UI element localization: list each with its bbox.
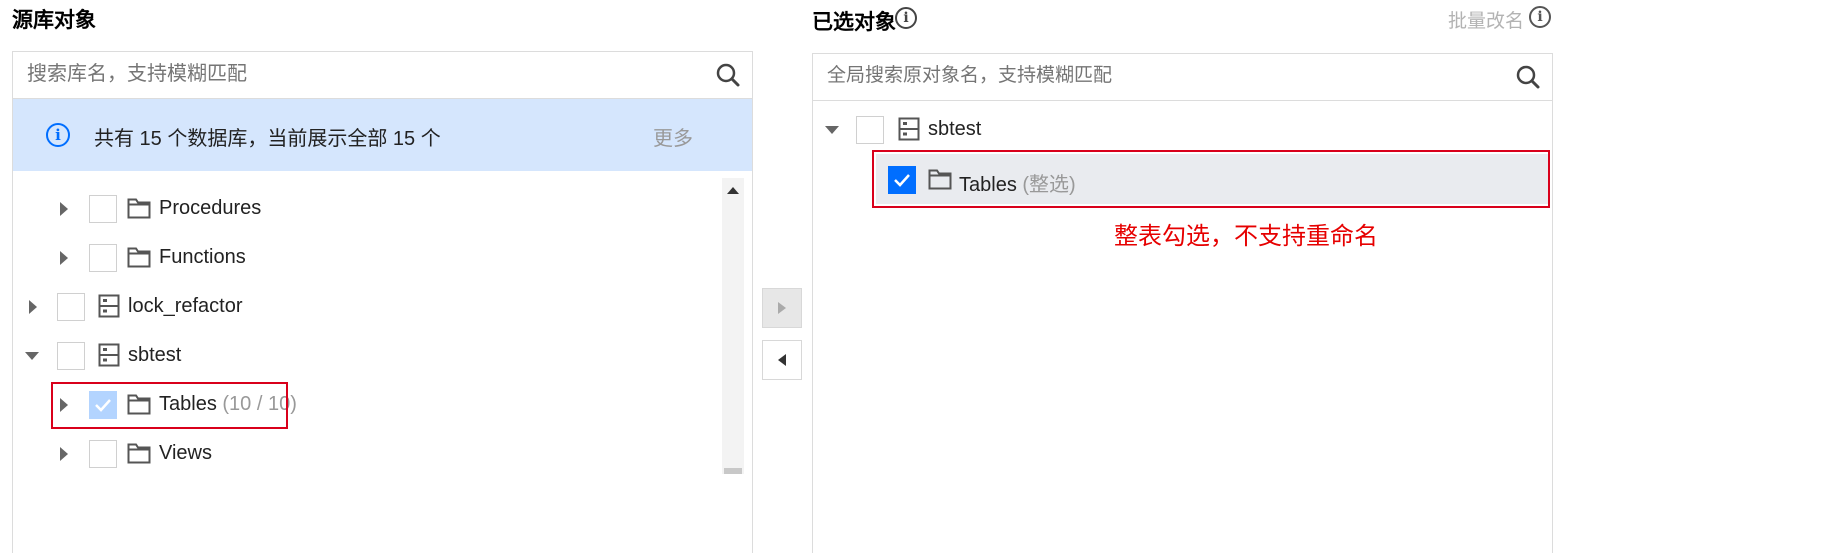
checkbox[interactable] [89,244,117,272]
collapse-caret-icon[interactable] [25,352,39,360]
expand-caret-icon[interactable] [60,202,68,216]
source-objects-panel: i 共有 15 个数据库，当前展示全部 15 个 更多 Procedures F… [12,51,753,553]
tree-node-label: Views [159,442,212,464]
scrollbar-thumb[interactable] [724,468,742,474]
more-link[interactable]: 更多 [653,122,693,151]
expand-caret-icon[interactable] [29,300,37,314]
database-count-notice: i 共有 15 个数据库，当前展示全部 15 个 更多 [13,99,752,171]
tree-node-label: Procedures [159,197,262,219]
batch-rename-link[interactable]: 批量改名 [1448,6,1524,33]
tree-node-label: sbtest [928,118,982,140]
tree-node-views[interactable]: Views [13,434,713,474]
selected-objects-title: 已选对象 [812,11,896,34]
annotation-text: 整表勾选，不支持重命名 [1114,223,1378,250]
checkbox[interactable] [89,440,117,468]
tree-node-sbtest[interactable]: sbtest [13,336,713,376]
expand-caret-icon[interactable] [60,447,68,461]
info-icon: i [46,123,70,147]
tree-node-functions[interactable]: Functions [13,238,713,278]
tree-node-procedures[interactable]: Procedures [13,189,713,229]
database-icon [898,117,920,146]
selected-tree-node-sbtest[interactable]: sbtest [813,110,1552,150]
selected-search-bar [813,54,1552,101]
checkbox[interactable] [856,116,884,144]
expand-caret-icon[interactable] [60,251,68,265]
database-icon [98,343,120,372]
database-icon [98,294,120,323]
folder-icon [127,197,151,224]
source-search-bar [13,52,752,99]
source-tree: Procedures Functions lock_refactor sbtes… [13,172,752,554]
folder-icon [127,246,151,273]
search-icon[interactable] [1515,64,1541,90]
tree-node-lock-refactor[interactable]: lock_refactor [13,287,713,327]
tree-node-label: Functions [159,246,246,268]
checkbox[interactable] [57,342,85,370]
notice-text: 共有 15 个数据库，当前展示全部 15 个 [94,128,441,150]
source-objects-title: 源库对象 [12,9,96,32]
checkbox[interactable] [89,195,117,223]
arrow-left-icon [778,354,786,366]
move-left-button[interactable] [762,340,802,380]
search-icon[interactable] [715,62,741,88]
arrow-right-icon [778,302,786,314]
highlight-box [51,382,288,429]
info-icon[interactable]: i [895,7,917,29]
source-search-input[interactable] [27,61,687,87]
tree-node-label: lock_refactor [128,295,243,317]
highlight-box [872,150,1550,208]
selected-objects-panel: sbtest Tables (整选) [812,53,1553,553]
tree-node-label: sbtest [128,344,182,366]
info-icon[interactable]: i [1529,6,1551,28]
vertical-scrollbar[interactable] [722,178,744,474]
move-right-button[interactable] [762,288,802,328]
checkbox[interactable] [57,293,85,321]
collapse-caret-icon[interactable] [825,126,839,134]
selected-search-input[interactable] [827,63,1487,89]
scroll-up-arrow-icon[interactable] [727,187,739,194]
folder-icon [127,442,151,469]
